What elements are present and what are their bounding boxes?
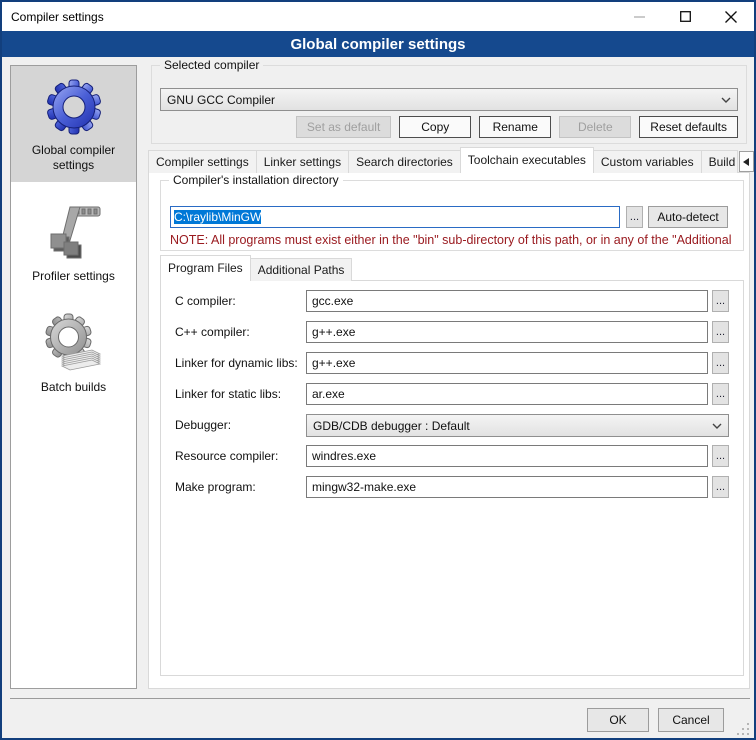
arrow-left-icon (743, 158, 749, 166)
debugger-row: Debugger: GDB/CDB debugger : Default (161, 414, 743, 437)
tab-search-directories[interactable]: Search directories (348, 150, 461, 173)
tab-linker-settings[interactable]: Linker settings (256, 150, 349, 173)
compiler-settings-dialog: Compiler settings Global compiler settin… (0, 0, 756, 740)
resource-compiler-row: Resource compiler: ... (161, 445, 743, 468)
field-label: C compiler: (175, 290, 236, 313)
resource-compiler-input[interactable] (306, 445, 708, 467)
make-program-row: Make program: ... (161, 476, 743, 499)
set-as-default-button[interactable]: Set as default (296, 116, 391, 138)
installation-directory-legend: Compiler's installation directory (169, 173, 343, 187)
minimize-icon (634, 11, 645, 22)
c-compiler-input[interactable] (306, 290, 708, 312)
cpp-compiler-browse-button[interactable]: ... (712, 321, 729, 343)
bin-subdirectory-note: NOTE: All programs must exist either in … (170, 233, 740, 247)
caliper-icon (42, 201, 106, 265)
toolchain-executables-panel: Compiler's installation directory C:\ray… (148, 172, 750, 689)
tab-scroll-right-button[interactable] (753, 151, 756, 172)
tab-scroll-left-button[interactable] (739, 151, 754, 172)
sidebar: Global compiler settings (10, 65, 137, 689)
dynamic-linker-row: Linker for dynamic libs: ... (161, 352, 743, 375)
sidebar-item-global-compiler-settings[interactable]: Global compiler settings (11, 66, 136, 182)
make-program-browse-button[interactable]: ... (712, 476, 729, 498)
selected-compiler-legend: Selected compiler (160, 58, 263, 72)
subtab-additional-paths[interactable]: Additional Paths (250, 258, 353, 281)
sidebar-item-label: Global compiler settings (14, 143, 133, 173)
debugger-combobox-value: GDB/CDB debugger : Default (313, 419, 708, 433)
compiler-actions: Set as default Copy Rename Delete Reset … (296, 116, 738, 138)
auto-detect-button[interactable]: Auto-detect (648, 206, 728, 228)
resize-grip[interactable] (737, 723, 749, 735)
tab-build-options[interactable]: Build (701, 150, 738, 173)
copy-button[interactable]: Copy (399, 116, 471, 138)
installation-directory-input[interactable]: C:\raylib\MinGW (170, 206, 620, 228)
titlebar: Compiler settings (2, 2, 754, 31)
window-controls (616, 2, 754, 31)
subtab-program-files[interactable]: Program Files (160, 255, 251, 281)
close-button[interactable] (708, 2, 754, 31)
gear-blue-icon (42, 75, 106, 139)
cpp-compiler-input[interactable] (306, 321, 708, 343)
browse-directory-button[interactable]: ... (626, 206, 643, 228)
installation-directory-value: C:\raylib\MinGW (174, 210, 261, 224)
minimize-button[interactable] (616, 2, 662, 31)
close-icon (725, 11, 737, 23)
dynamic-linker-browse-button[interactable]: ... (712, 352, 729, 374)
dynamic-linker-input[interactable] (306, 352, 708, 374)
static-linker-row: Linker for static libs: ... (161, 383, 743, 406)
field-label: Debugger: (175, 414, 231, 437)
ok-button[interactable]: OK (587, 708, 649, 732)
delete-button[interactable]: Delete (559, 116, 631, 138)
compiler-combobox[interactable]: GNU GCC Compiler (160, 88, 738, 111)
rename-button[interactable]: Rename (479, 116, 551, 138)
dialog-content: Global compiler settings (2, 57, 754, 738)
c-compiler-row: C compiler: ... (161, 290, 743, 313)
reset-defaults-button[interactable]: Reset defaults (639, 116, 738, 138)
selected-compiler-group: Selected compiler GNU GCC Compiler Set a… (151, 65, 747, 144)
field-label: C++ compiler: (175, 321, 250, 344)
tab-custom-variables[interactable]: Custom variables (593, 150, 702, 173)
maximize-button[interactable] (662, 2, 708, 31)
field-label: Make program: (175, 476, 256, 499)
installation-directory-group: Compiler's installation directory C:\ray… (160, 180, 744, 251)
settings-tabstrip: Compiler settings Linker settings Search… (148, 147, 756, 173)
sidebar-item-batch-builds[interactable]: Batch builds (11, 303, 136, 404)
field-label: Linker for dynamic libs: (175, 352, 298, 375)
cancel-button[interactable]: Cancel (658, 708, 724, 732)
footer-divider (10, 698, 750, 699)
cpp-compiler-row: C++ compiler: ... (161, 321, 743, 344)
c-compiler-browse-button[interactable]: ... (712, 290, 729, 312)
field-label: Linker for static libs: (175, 383, 281, 406)
static-linker-browse-button[interactable]: ... (712, 383, 729, 405)
chevron-down-icon (721, 97, 731, 103)
static-linker-input[interactable] (306, 383, 708, 405)
tab-scroll-buttons (739, 150, 756, 173)
page-title: Global compiler settings (2, 31, 754, 57)
compiler-combobox-value: GNU GCC Compiler (167, 93, 717, 107)
program-files-tabstrip: Program Files Additional Paths (160, 256, 351, 281)
gear-stack-icon (42, 312, 106, 376)
window-title: Compiler settings (11, 10, 104, 24)
sidebar-item-label: Profiler settings (14, 269, 133, 284)
debugger-combobox[interactable]: GDB/CDB debugger : Default (306, 414, 729, 437)
chevron-down-icon (712, 423, 722, 429)
maximize-icon (680, 11, 691, 22)
tab-toolchain-executables[interactable]: Toolchain executables (460, 147, 594, 173)
resource-compiler-browse-button[interactable]: ... (712, 445, 729, 467)
program-files-panel: C compiler: ... C++ compiler: ... Linker… (160, 280, 744, 676)
field-label: Resource compiler: (175, 445, 278, 468)
sidebar-item-profiler-settings[interactable]: Profiler settings (11, 192, 136, 293)
sidebar-item-label: Batch builds (14, 380, 133, 395)
make-program-input[interactable] (306, 476, 708, 498)
tab-compiler-settings[interactable]: Compiler settings (148, 150, 257, 173)
